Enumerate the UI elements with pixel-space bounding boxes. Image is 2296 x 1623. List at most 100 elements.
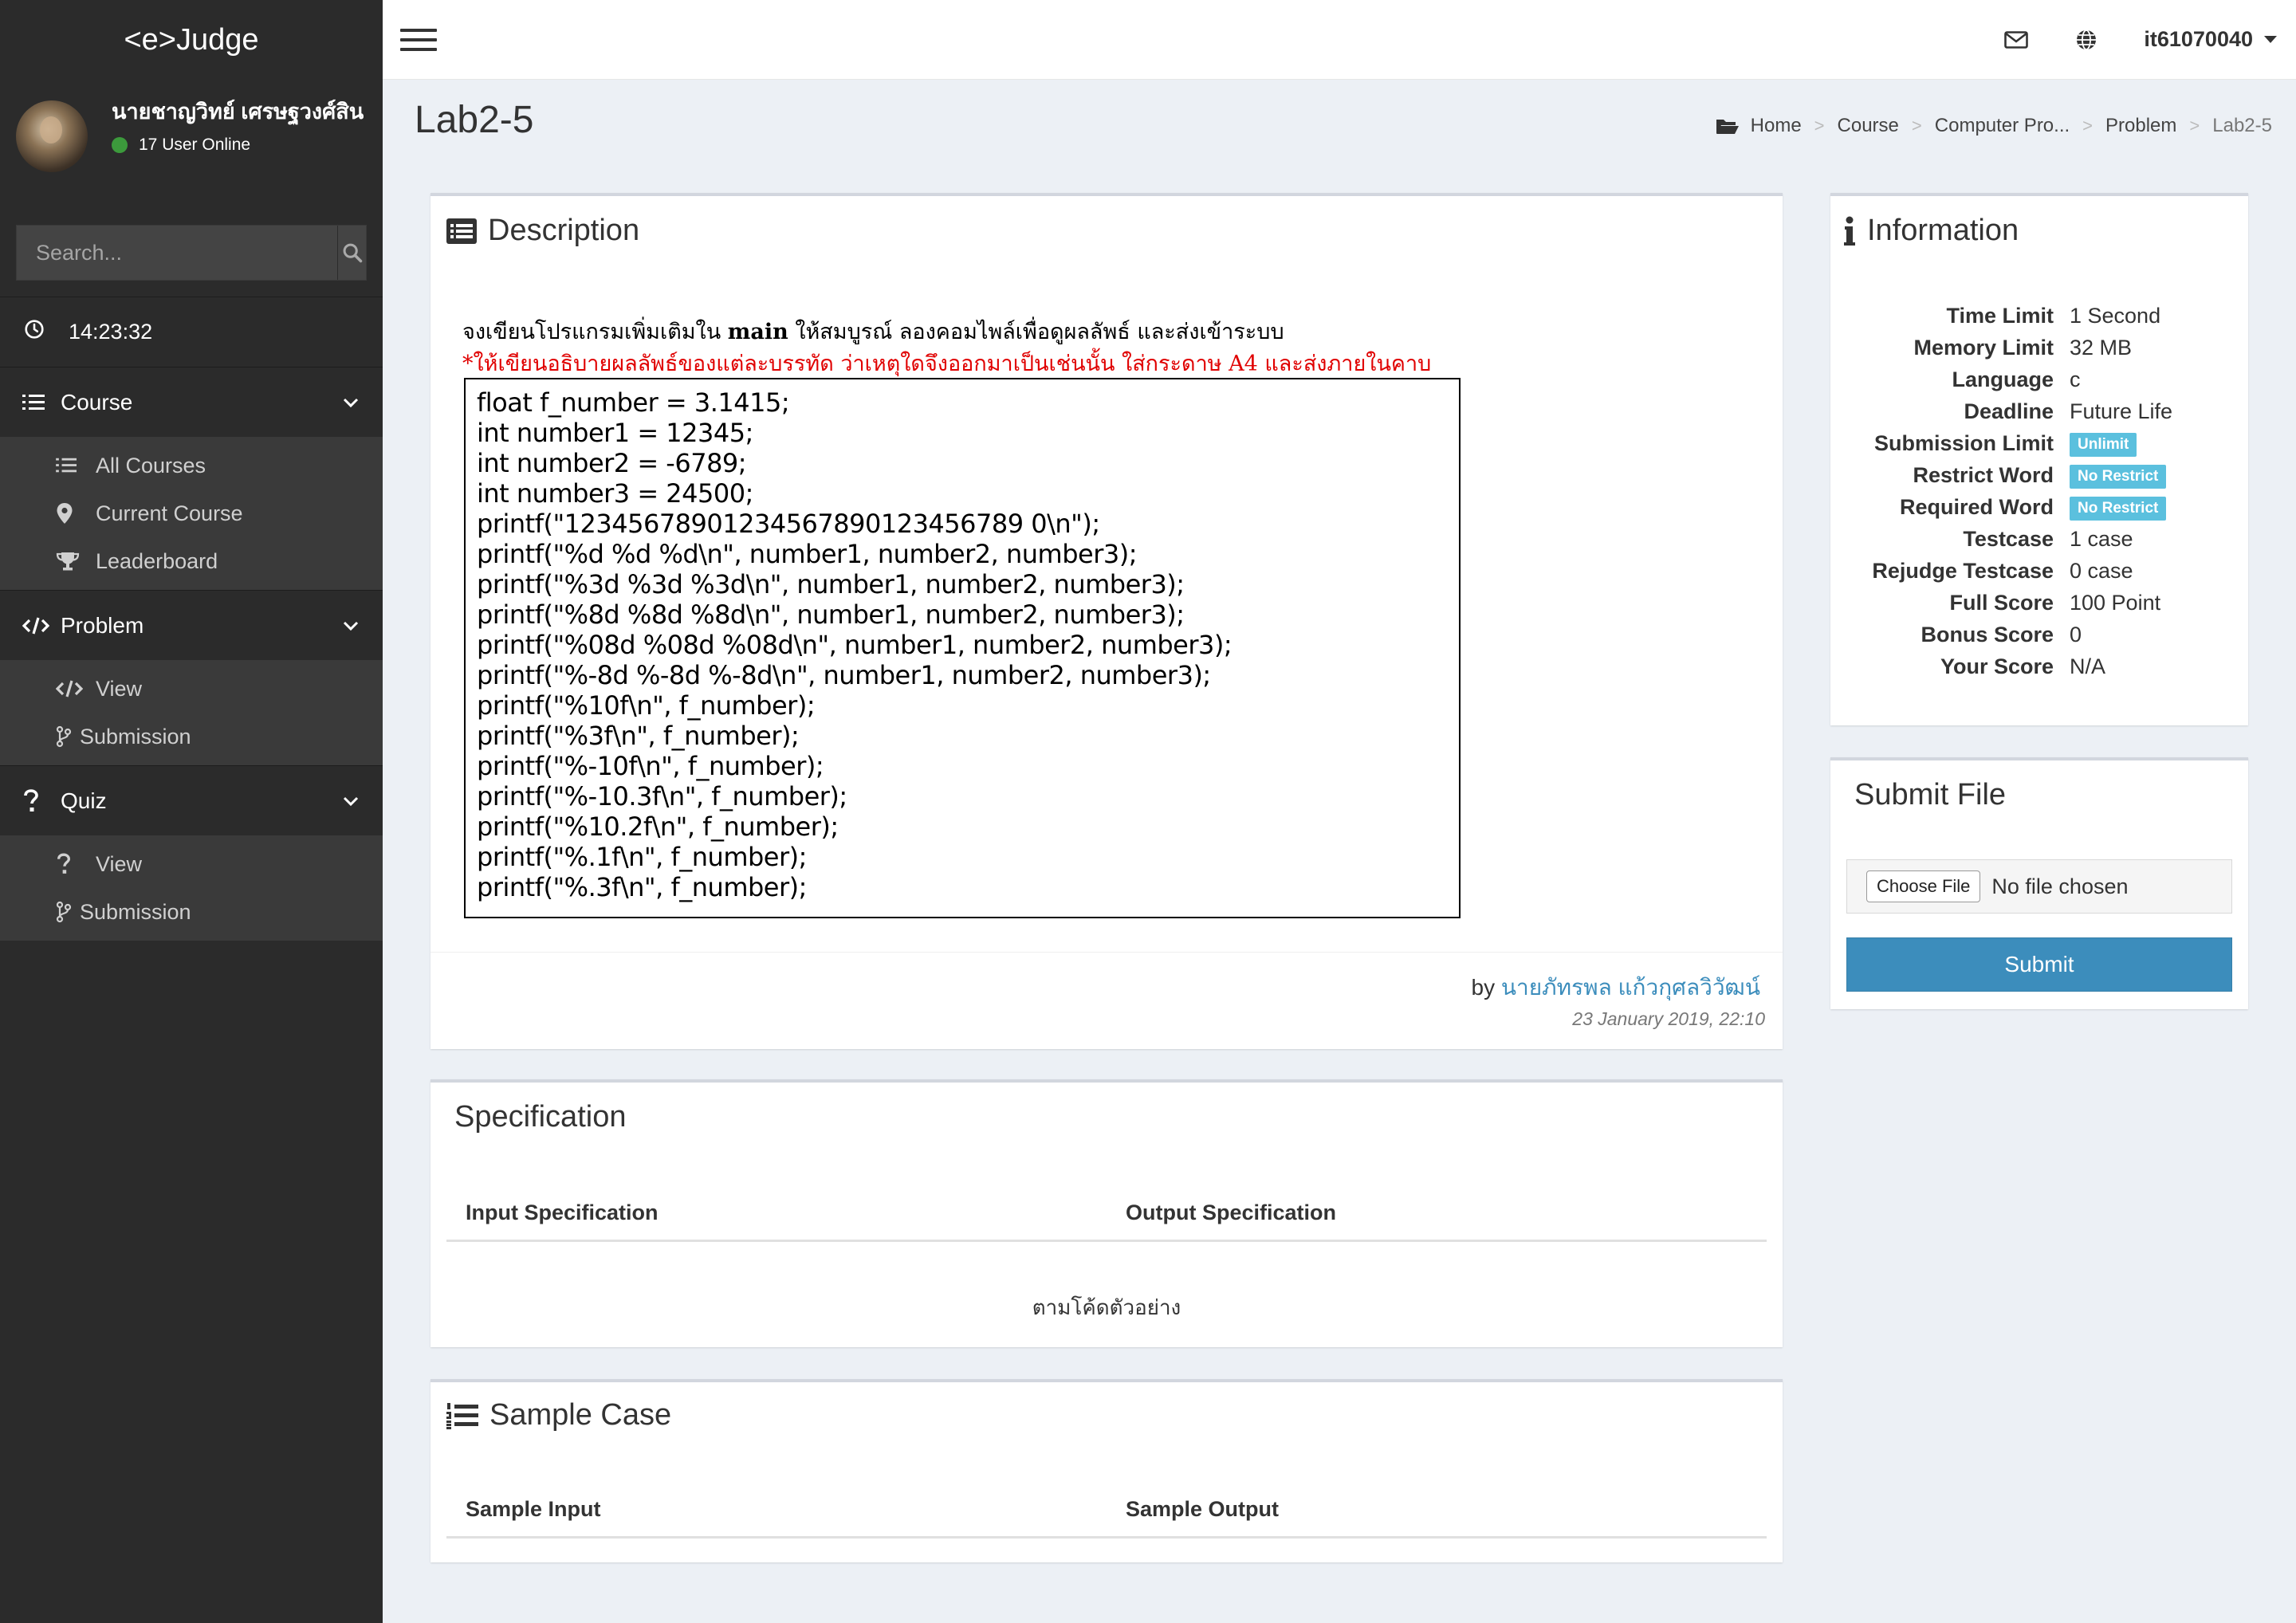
info-key: Bonus Score (1921, 622, 2054, 646)
info-row-language: Language c (1830, 364, 2248, 395)
clock-time: 14:23:32 (69, 320, 153, 344)
menu-problem-label: Problem (61, 612, 144, 638)
search-input[interactable] (17, 226, 337, 280)
submit-file-title: Submit File (1854, 778, 2007, 812)
code-line: printf("%-8d %-8d %-8d\n", number1, numb… (477, 660, 1211, 690)
information-title: Information (1843, 214, 2019, 248)
chevron-down-icon (343, 398, 359, 407)
specification-box: Specification Input Specification Output… (431, 1079, 1783, 1347)
sidebar-item-current-course[interactable]: Current Course (0, 489, 383, 537)
breadcrumb-course-name[interactable]: Computer Pro... (1935, 115, 2070, 137)
sample-case-title-text: Sample Case (489, 1398, 672, 1432)
info-value: 100 Point (2070, 590, 2161, 615)
list-check-icon (22, 392, 61, 413)
breadcrumb-home[interactable]: Home (1751, 115, 1802, 137)
submit-button[interactable]: Submit (1846, 937, 2232, 992)
breadcrumb-separator: > (2189, 116, 2200, 136)
sidebar-item-label: Current Course (96, 501, 243, 525)
code-branch-icon (56, 725, 80, 748)
code-line: printf("12345678901234567890123456789 0\… (477, 509, 1100, 539)
info-row-your-score: Your Score N/A (1830, 650, 2248, 682)
code-line: printf("%3d %3d %3d\n", number1, number2… (477, 569, 1185, 599)
info-key: Deadline (1964, 399, 2054, 423)
info-row-submission-limit: Submission Limit Unlimit (1830, 427, 2248, 459)
specification-table-header: Input Specification Output Specification (446, 1201, 1767, 1242)
question-icon (56, 853, 96, 875)
info-value: 1 case (2070, 526, 2133, 551)
caret-down-icon (2264, 36, 2277, 43)
sidebar-item-quiz-view[interactable]: View (0, 840, 383, 888)
by-label: by (1471, 975, 1496, 1000)
sidebar-item-problem-submission[interactable]: Submission (0, 713, 383, 760)
sidebar-item-all-courses[interactable]: All Courses (0, 442, 383, 489)
sidebar-item-label: All Courses (96, 453, 206, 477)
submenu-course: All Courses Current Course Leaderboard (0, 437, 383, 590)
code-branch-icon (56, 901, 80, 923)
info-value: 0 (2070, 622, 2082, 646)
code-line: int number2 = -6789; (477, 448, 747, 478)
info-row-restrict-word: Restrict Word No Restrict (1830, 459, 2248, 491)
code-icon (56, 679, 96, 698)
description-title: Description (446, 214, 639, 248)
sidebar-item-label: View (96, 851, 143, 876)
sidebar-item-problem-view[interactable]: View (0, 665, 383, 713)
code-line: printf("%8d %8d %8d\n", number1, number2… (477, 599, 1185, 630)
trophy-icon (56, 551, 96, 572)
info-row-time-limit: Time Limit 1 Second (1830, 300, 2248, 332)
info-key: Full Score (1949, 590, 2054, 615)
breadcrumb-problem[interactable]: Problem (2105, 115, 2176, 137)
specification-body: ตามโค้ดตัวอย่าง (1032, 1295, 1181, 1319)
file-input[interactable]: Choose File No file chosen (1846, 859, 2232, 914)
status-badge: Unlimit (2070, 433, 2137, 457)
code-icon (22, 616, 61, 635)
online-status: 17 User Online (112, 136, 383, 155)
sidebar-item-leaderboard[interactable]: Leaderboard (0, 537, 383, 585)
breadcrumb-course[interactable]: Course (1838, 115, 1899, 137)
submenu-quiz: View Submission (0, 835, 383, 941)
info-value: N/A (2070, 654, 2106, 678)
hamburger-menu-icon[interactable] (400, 28, 437, 51)
info-key: Rejudge Testcase (1872, 558, 2054, 583)
description-box: Description จงเขียนโปรแกรมเพิ่มเติมใน ma… (431, 193, 1783, 1049)
author-link[interactable]: นายภัทรพล แก้วกุศลวิวัฒน์ (1501, 975, 1760, 1000)
breadcrumb-separator: > (2082, 116, 2094, 136)
info-row-memory-limit: Memory Limit 32 MB (1830, 332, 2248, 364)
breadcrumb: Home > Course > Computer Pro... > Proble… (1716, 115, 2272, 137)
sidebar-item-quiz-submission[interactable]: Submission (0, 888, 383, 936)
breadcrumb-current: Lab2-5 (2212, 115, 2272, 136)
status-badge: No Restrict (2070, 465, 2167, 489)
info-value: 32 MB (2070, 335, 2133, 360)
breadcrumb-separator: > (1814, 116, 1825, 136)
sidebar-item-label: Submission (80, 724, 191, 749)
online-count: 17 User Online (139, 136, 251, 154)
sample-case-title: Sample Case (446, 1398, 671, 1432)
search-icon (343, 243, 362, 263)
info-row-bonus-score: Bonus Score 0 (1830, 619, 2248, 650)
menu-course-label: Course (61, 389, 133, 415)
brand-logo[interactable]: <e>Judge (0, 0, 383, 80)
choose-file-button[interactable]: Choose File (1866, 870, 1981, 902)
info-value: c (2070, 367, 2081, 391)
envelope-icon[interactable] (1981, 0, 2051, 79)
code-line: printf("%3f\n", f_number); (477, 721, 800, 751)
chevron-down-icon (343, 796, 359, 806)
user-name: นายชาญวิทย์ เศรษฐวงศ์สิน (112, 100, 364, 124)
instruction-text: จงเขียนโปรแกรมเพิ่มเติมใน (462, 320, 728, 344)
menu-quiz[interactable]: Quiz (0, 765, 383, 835)
user-menu-dropdown[interactable]: it61070040 (2121, 27, 2296, 52)
sample-case-box: Sample Case Sample Input Sample Output (431, 1379, 1783, 1562)
question-icon (22, 788, 61, 813)
code-line: printf("%.1f\n", f_number); (477, 842, 807, 872)
search-button[interactable] (337, 226, 366, 280)
menu-course[interactable]: Course (0, 367, 383, 437)
globe-icon[interactable] (2051, 0, 2121, 79)
sidebar-search (16, 225, 367, 281)
info-key: Required Word (1899, 494, 2054, 519)
online-dot-icon (112, 137, 128, 153)
instruction-text: ให้สมบูรณ์ ลองคอมไพล์เพื่อดูผลลัพธ์ และส… (788, 320, 1284, 344)
description-footer: by นายภัทรพล แก้วกุศลวิวัฒน์ 23 January … (431, 952, 1783, 1049)
code-line: int number1 = 12345; (477, 418, 753, 448)
info-key: Time Limit (1946, 303, 2054, 328)
clock-icon (24, 319, 45, 345)
menu-problem[interactable]: Problem (0, 590, 383, 660)
